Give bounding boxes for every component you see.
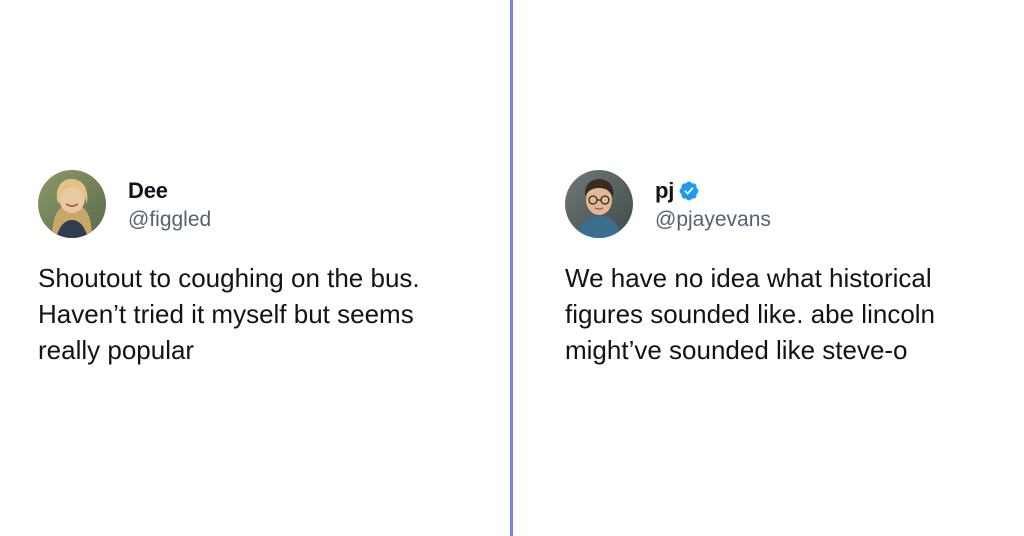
avatar-image [38, 170, 106, 238]
avatar[interactable] [565, 170, 633, 238]
display-name-row: pj [655, 176, 771, 206]
tweet-comparison-page: Dee @figgled Shoutout to coughing on the… [0, 0, 1024, 536]
tweet-text: Shoutout to coughing on the bus. Haven’t… [38, 260, 498, 368]
column-divider [510, 0, 513, 536]
verified-badge-icon [679, 181, 699, 201]
user-handle[interactable]: @pjayevans [655, 208, 771, 232]
display-name[interactable]: Dee [128, 178, 168, 204]
tweet-card-right: pj @pjayevans We have no idea what histo… [565, 170, 1024, 368]
tweet-card-left: Dee @figgled Shoutout to coughing on the… [38, 170, 498, 368]
tweet-text-line: We have no idea what historical [565, 263, 932, 293]
display-name[interactable]: pj [655, 178, 674, 204]
avatar-image [565, 170, 633, 238]
tweet-header: Dee @figgled [38, 170, 498, 238]
tweet-text-line: Haven’t tried it myself but seems [38, 299, 414, 329]
avatar[interactable] [38, 170, 106, 238]
tweet-text-line: figures sounded like. abe lincoln [565, 299, 936, 329]
tweet-text: We have no idea what historical figures … [565, 260, 1024, 368]
user-names: Dee @figgled [128, 176, 211, 232]
tweet-text-line: might’ve sounded like steve-o [565, 335, 908, 365]
tweet-text-line: really popular [38, 335, 195, 365]
user-handle[interactable]: @figgled [128, 208, 211, 232]
tweet-header: pj @pjayevans [565, 170, 1024, 238]
display-name-row: Dee [128, 176, 211, 206]
tweet-text-line: Shoutout to coughing on the bus. [38, 263, 420, 293]
user-names: pj @pjayevans [655, 176, 771, 232]
